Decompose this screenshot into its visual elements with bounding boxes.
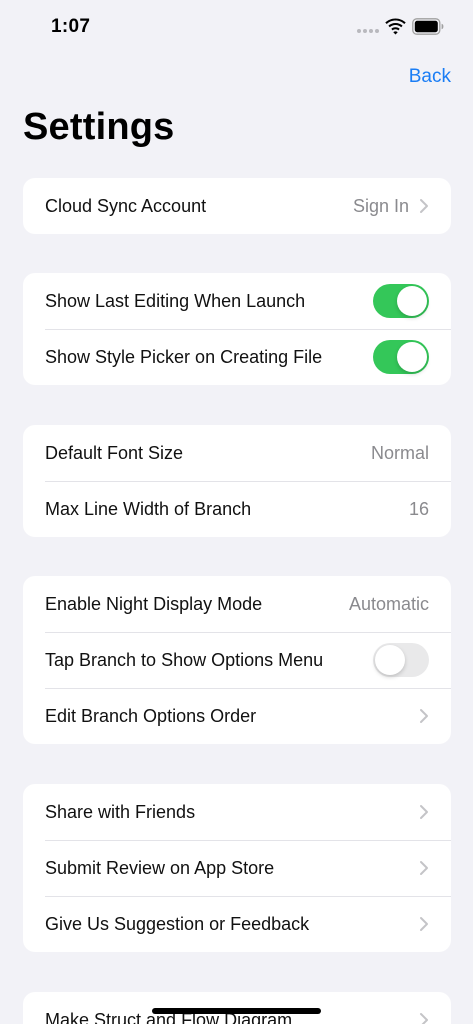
row-label: Edit Branch Options Order	[45, 705, 257, 726]
chevron-right-icon	[420, 805, 428, 819]
back-button[interactable]: Back	[409, 66, 451, 88]
show-last-editing-row: Show Last Editing When Launch	[23, 273, 451, 329]
page-title: Settings	[23, 106, 175, 148]
settings-group-launch: Show Last Editing When Launch Show Style…	[23, 273, 451, 385]
chevron-right-icon	[420, 199, 428, 213]
chevron-right-icon	[420, 1013, 428, 1024]
max-line-width-row[interactable]: Max Line Width of Branch 16	[23, 481, 451, 537]
row-label: Tap Branch to Show Options Menu	[45, 649, 324, 670]
row-label: Show Style Picker on Creating File	[45, 346, 323, 367]
status-bar: 1:07	[0, 0, 473, 54]
show-style-picker-toggle[interactable]	[373, 340, 429, 374]
battery-icon	[412, 18, 444, 35]
row-value: 16	[408, 498, 429, 519]
status-time: 1:07	[51, 16, 91, 37]
show-style-picker-row: Show Style Picker on Creating File	[23, 329, 451, 385]
tap-branch-options-row: Tap Branch to Show Options Menu	[23, 632, 451, 688]
home-indicator[interactable]	[152, 1008, 321, 1014]
chevron-right-icon	[420, 917, 428, 931]
row-label: Show Last Editing When Launch	[45, 290, 306, 311]
cellular-dots-icon	[357, 29, 379, 33]
submit-review-row[interactable]: Submit Review on App Store	[23, 840, 451, 896]
edit-branch-options-order-row[interactable]: Edit Branch Options Order	[23, 688, 451, 744]
settings-group-branch: Default Font Size Normal Max Line Width …	[23, 425, 451, 537]
show-last-editing-toggle[interactable]	[373, 284, 429, 318]
default-font-size-row[interactable]: Default Font Size Normal	[23, 425, 451, 481]
row-label: Share with Friends	[45, 801, 196, 822]
chevron-right-icon	[420, 861, 428, 875]
tap-branch-options-toggle[interactable]	[373, 643, 429, 677]
row-value: Automatic	[348, 593, 429, 614]
share-with-friends-row[interactable]: Share with Friends	[23, 784, 451, 840]
row-label: Submit Review on App Store	[45, 857, 275, 878]
give-feedback-row[interactable]: Give Us Suggestion or Feedback	[23, 896, 451, 952]
night-display-mode-row[interactable]: Enable Night Display Mode Automatic	[23, 576, 451, 632]
row-value: Normal	[370, 442, 429, 463]
row-label: Max Line Width of Branch	[45, 498, 252, 519]
wifi-icon	[385, 18, 406, 35]
row-label: Enable Night Display Mode	[45, 593, 263, 614]
row-label: Default Font Size	[45, 442, 184, 463]
settings-screen: 1:07 Back Settings Cloud Sync Account Si…	[0, 0, 473, 1024]
cloud-sync-account-row[interactable]: Cloud Sync Account Sign In	[23, 178, 451, 234]
row-label: Give Us Suggestion or Feedback	[45, 913, 310, 934]
settings-group-account: Cloud Sync Account Sign In	[23, 178, 451, 234]
settings-group-display: Enable Night Display Mode Automatic Tap …	[23, 576, 451, 744]
settings-group-feedback: Share with Friends Submit Review on App …	[23, 784, 451, 952]
row-value: Sign In	[352, 195, 409, 216]
row-label: Cloud Sync Account	[45, 195, 207, 216]
chevron-right-icon	[420, 709, 428, 723]
